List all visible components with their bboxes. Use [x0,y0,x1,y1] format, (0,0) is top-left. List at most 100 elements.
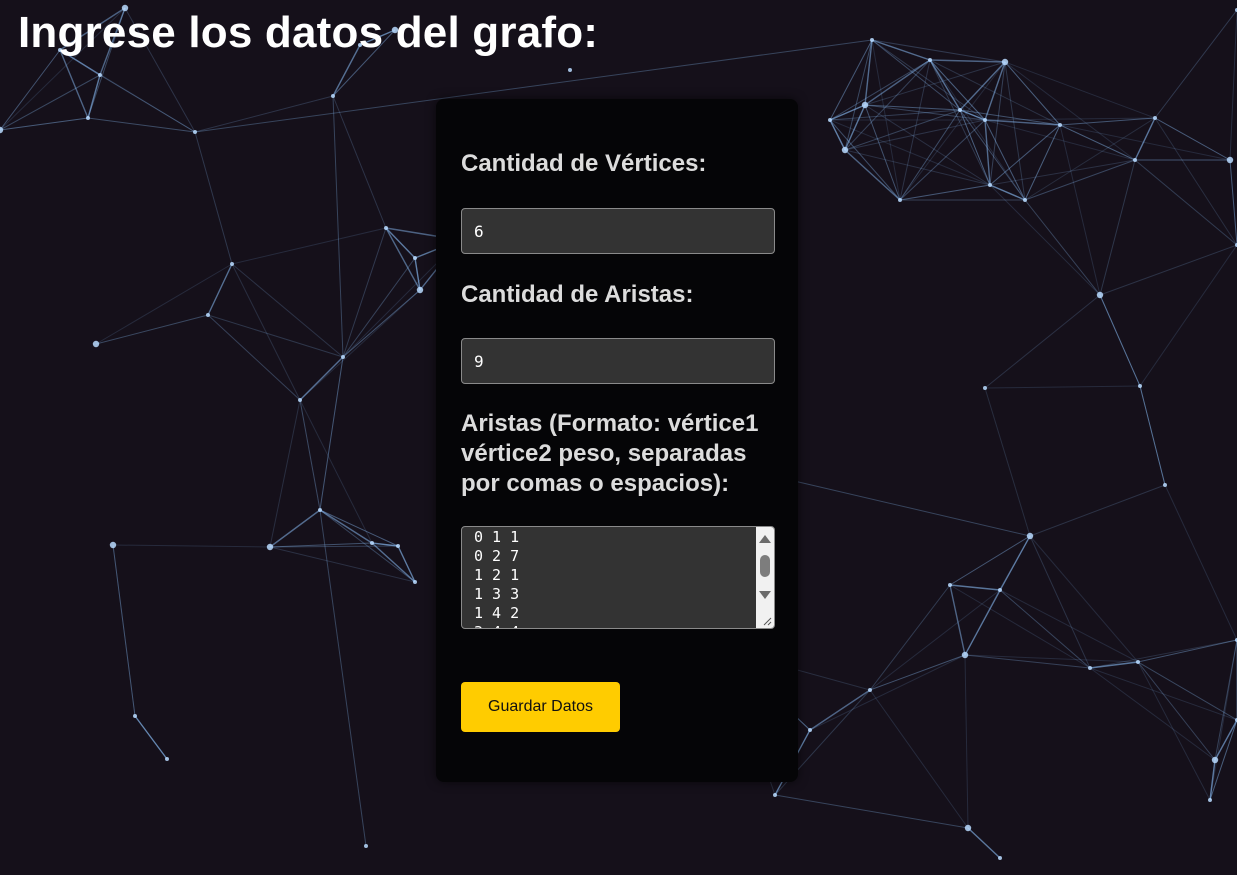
network-edge [984,387,1031,537]
network-edge [342,257,416,358]
network-edge [231,263,344,358]
network-edge [1089,667,1216,761]
network-edge [194,131,233,265]
network-node [230,262,234,266]
network-edge [984,61,1006,121]
network-edge [1099,159,1136,296]
network-edge [967,827,1001,859]
network-edge [332,95,344,358]
network-edge [899,109,961,201]
network-edge [1137,639,1237,663]
scroll-thumb[interactable] [760,555,770,577]
edges-scrollbar[interactable] [756,527,774,613]
network-edge [269,399,301,548]
network-node [1096,291,1104,299]
network-edge [844,149,901,201]
network-node [413,580,417,584]
network-edge [99,74,196,133]
network-edge [1004,61,1136,161]
network-node [988,183,992,187]
network-edge [371,542,416,583]
network-node [568,68,572,72]
network-edge [1229,159,1237,246]
network-node [318,508,322,512]
edges-textarea[interactable]: 0 1 1 0 2 7 1 2 1 1 3 3 1 4 2 3 4 4 [461,526,775,629]
network-node [1001,58,1009,66]
network-edge [1209,639,1237,801]
network-edge [964,654,1139,663]
network-edge [0,117,89,131]
network-edge [864,104,961,111]
network-edge [1137,661,1216,761]
network-edge [1059,124,1231,161]
network-node [266,543,274,551]
network-node [109,541,117,549]
network-node [1023,198,1027,202]
network-edge [789,479,1031,537]
network-node [983,386,987,390]
network-node [964,824,972,832]
edges-count-label: Cantidad de Aristas: [461,281,694,308]
network-edge [112,544,271,548]
network-edge [299,356,344,401]
network-node [998,588,1002,592]
network-node [92,340,100,348]
network-node [1153,116,1157,120]
network-edge [112,544,136,717]
network-edge [1024,159,1136,201]
network-edge [984,294,1101,389]
network-edge [1134,159,1237,246]
network-edge [1099,244,1237,296]
network-edge [829,119,901,201]
vertices-input[interactable] [461,208,775,254]
network-node [958,108,962,112]
resize-grip-icon[interactable] [756,613,774,628]
network-node [165,757,169,761]
network-node [870,38,874,42]
network-edge [207,314,301,401]
save-data-button[interactable]: Guardar Datos [461,682,620,732]
network-node [133,714,137,718]
network-node [1088,666,1092,670]
network-edge [207,263,233,316]
network-edge [1099,294,1141,387]
network-edge [134,715,168,760]
network-node [86,116,90,120]
triangle-up-icon[interactable] [759,535,771,543]
network-edge [1004,61,1156,119]
network-node [193,130,197,134]
network-node [1133,158,1137,162]
network-edge [984,385,1141,389]
network-edge [87,117,196,133]
network-node [828,118,832,122]
network-edge [1029,484,1166,537]
network-edge [869,689,969,829]
network-edge [844,39,873,151]
graph-form: Cantidad de Vértices: Cantidad de Arista… [436,99,798,782]
network-edge [989,124,1061,186]
network-edge [87,74,101,119]
network-node [1163,483,1167,487]
network-node [1208,798,1212,802]
network-node [928,58,932,62]
network-edge [1089,639,1237,669]
network-edge [269,509,321,548]
network-edge [809,689,871,731]
triangle-down-icon[interactable] [759,591,771,599]
network-edge [397,545,416,583]
network-edge [1139,244,1237,387]
network-edge [231,263,301,401]
network-node [331,94,335,98]
network-edge [299,399,321,511]
network-node [773,793,777,797]
network-edge [949,535,1031,586]
network-edge [0,74,101,131]
network-node [1058,123,1062,127]
network-node [808,728,812,732]
network-edge [871,39,931,61]
edges-text[interactable]: 0 1 1 0 2 7 1 2 1 1 3 3 1 4 2 3 4 4 [474,528,519,628]
network-edge [1154,9,1237,119]
edges-count-input[interactable] [461,338,775,384]
network-node [370,541,374,545]
network-edge [1139,385,1166,486]
